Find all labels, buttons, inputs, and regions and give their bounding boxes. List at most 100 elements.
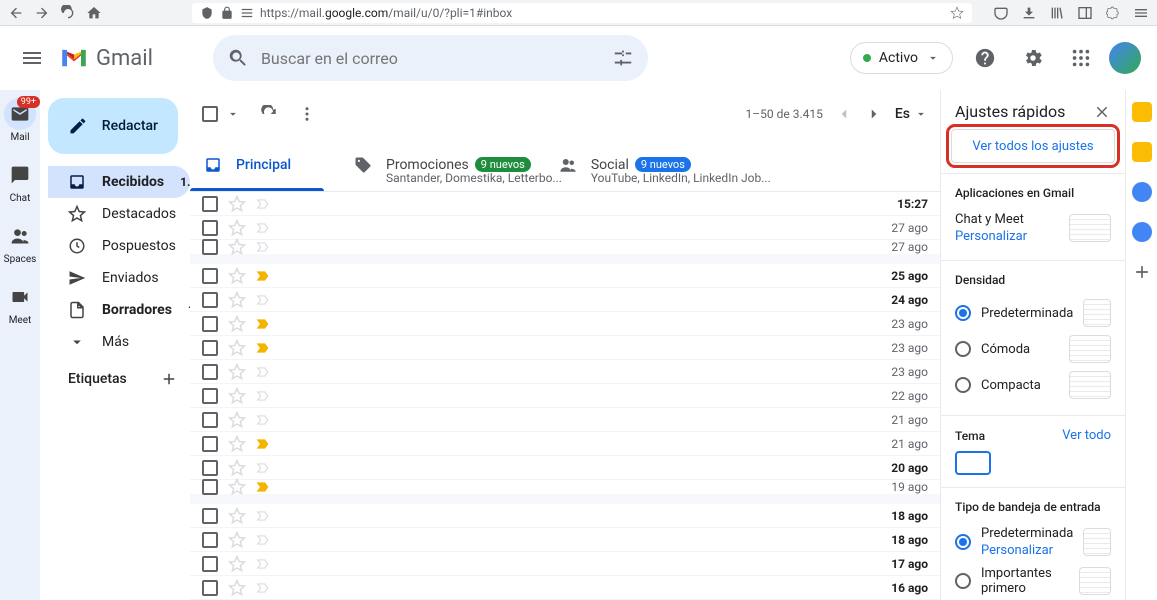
- important-icon[interactable]: [256, 269, 270, 283]
- email-row[interactable]: 24 ago: [190, 288, 940, 312]
- email-row[interactable]: 18 ago: [190, 504, 940, 528]
- row-checkbox[interactable]: [202, 412, 218, 428]
- important-icon[interactable]: [256, 533, 270, 547]
- row-checkbox[interactable]: [202, 556, 218, 572]
- star-icon[interactable]: [228, 555, 246, 573]
- important-icon[interactable]: [256, 341, 270, 355]
- more-icon[interactable]: [298, 105, 316, 123]
- rail-mail[interactable]: 99+ Mail: [4, 98, 36, 143]
- email-row[interactable]: 20 ago: [190, 456, 940, 480]
- important-icon[interactable]: [256, 365, 270, 379]
- email-row[interactable]: 19 ago: [190, 480, 940, 504]
- star-icon[interactable]: [228, 291, 246, 309]
- compose-button[interactable]: Redactar: [48, 98, 178, 154]
- extension-icon[interactable]: [1105, 5, 1121, 21]
- radio-checked[interactable]: [955, 305, 971, 321]
- email-row[interactable]: 21 ago: [190, 432, 940, 456]
- row-checkbox[interactable]: [202, 316, 218, 332]
- refresh-icon[interactable]: [260, 105, 278, 123]
- nav-snoozed[interactable]: Pospuestos: [48, 230, 190, 262]
- email-row[interactable]: 27 ago: [190, 240, 940, 264]
- apps-button[interactable]: [1061, 38, 1101, 78]
- help-button[interactable]: [965, 38, 1005, 78]
- tab-social[interactable]: Social 9 nuevos YouTube, LinkedIn, Linke…: [545, 138, 715, 191]
- search-input[interactable]: [261, 49, 600, 68]
- row-checkbox[interactable]: [202, 340, 218, 356]
- email-row[interactable]: 21 ago: [190, 408, 940, 432]
- density-comfortable[interactable]: Cómoda: [955, 331, 1111, 367]
- important-icon[interactable]: [256, 509, 270, 523]
- customize-inbox-link[interactable]: Personalizar: [981, 543, 1073, 558]
- important-icon[interactable]: [256, 197, 270, 211]
- email-row[interactable]: 23 ago: [190, 336, 940, 360]
- menu-icon[interactable]: [1133, 5, 1149, 21]
- row-checkbox[interactable]: [202, 292, 218, 308]
- home-icon[interactable]: [86, 5, 102, 21]
- prev-icon[interactable]: [835, 105, 853, 123]
- star-icon[interactable]: [228, 363, 246, 381]
- account-avatar[interactable]: [1109, 42, 1141, 74]
- email-row[interactable]: 27 ago: [190, 216, 940, 240]
- important-icon[interactable]: [256, 389, 270, 403]
- gmail-logo[interactable]: Gmail: [60, 46, 153, 71]
- star-icon[interactable]: [228, 238, 246, 256]
- star-icon[interactable]: [228, 339, 246, 357]
- library-icon[interactable]: [1049, 5, 1065, 21]
- row-checkbox[interactable]: [202, 436, 218, 452]
- important-icon[interactable]: [256, 293, 270, 307]
- email-row[interactable]: 23 ago: [190, 312, 940, 336]
- forward-icon[interactable]: [34, 5, 50, 21]
- important-icon[interactable]: [256, 317, 270, 331]
- important-icon[interactable]: [256, 240, 270, 254]
- chevron-down-icon[interactable]: [226, 107, 240, 121]
- nav-drafts[interactable]: Borradores 179: [48, 294, 190, 326]
- star-icon[interactable]: [228, 579, 246, 597]
- row-checkbox[interactable]: [202, 532, 218, 548]
- theme-thumbnail[interactable]: [955, 451, 991, 475]
- star-icon[interactable]: [228, 507, 246, 525]
- star-icon[interactable]: [228, 435, 246, 453]
- email-row[interactable]: 22 ago: [190, 384, 940, 408]
- nav-more[interactable]: Más: [48, 326, 190, 358]
- star-icon[interactable]: [228, 411, 246, 429]
- rail-meet[interactable]: Meet: [4, 281, 36, 326]
- row-checkbox[interactable]: [202, 364, 218, 380]
- important-icon[interactable]: [256, 413, 270, 427]
- star-icon[interactable]: [228, 315, 246, 333]
- row-checkbox[interactable]: [202, 460, 218, 476]
- inbox-type-default[interactable]: Predeterminada Personalizar: [955, 522, 1111, 562]
- row-checkbox[interactable]: [202, 220, 218, 236]
- plus-icon[interactable]: [160, 370, 178, 388]
- star-icon[interactable]: [228, 267, 246, 285]
- calendar-addon[interactable]: [1132, 102, 1152, 122]
- customize-chat-link[interactable]: Personalizar: [955, 229, 1027, 244]
- star-icon[interactable]: [228, 478, 246, 496]
- theme-see-all[interactable]: Ver todo: [1062, 428, 1111, 443]
- see-all-settings-button[interactable]: Ver todos los ajustes: [951, 129, 1115, 163]
- nav-starred[interactable]: Destacados: [48, 198, 190, 230]
- rail-chat[interactable]: Chat: [4, 159, 36, 204]
- star-icon[interactable]: [228, 195, 246, 213]
- important-icon[interactable]: [256, 437, 270, 451]
- email-row[interactable]: 17 ago: [190, 552, 940, 576]
- tab-promotions[interactable]: Promociones 9 nuevos Santander, Domestik…: [340, 138, 545, 191]
- tab-primary[interactable]: Principal: [190, 138, 340, 191]
- important-icon[interactable]: [256, 221, 270, 235]
- important-icon[interactable]: [256, 557, 270, 571]
- email-row[interactable]: 23 ago: [190, 360, 940, 384]
- email-row[interactable]: 25 ago: [190, 264, 940, 288]
- sidebar-icon[interactable]: [1077, 5, 1093, 21]
- row-checkbox[interactable]: [202, 580, 218, 596]
- plus-icon[interactable]: [1132, 262, 1152, 282]
- back-icon[interactable]: [8, 5, 24, 21]
- url-bar[interactable]: https://mail.google.com/mail/u/0/?pli=1#…: [192, 3, 972, 23]
- pocket-icon[interactable]: [993, 5, 1009, 21]
- main-menu-button[interactable]: [8, 34, 56, 82]
- row-checkbox[interactable]: [202, 508, 218, 524]
- radio-checked[interactable]: [955, 534, 971, 550]
- star-icon[interactable]: [228, 459, 246, 477]
- density-compact[interactable]: Compacta: [955, 367, 1111, 403]
- row-checkbox[interactable]: [202, 268, 218, 284]
- radio[interactable]: [955, 341, 971, 357]
- important-icon[interactable]: [256, 480, 270, 494]
